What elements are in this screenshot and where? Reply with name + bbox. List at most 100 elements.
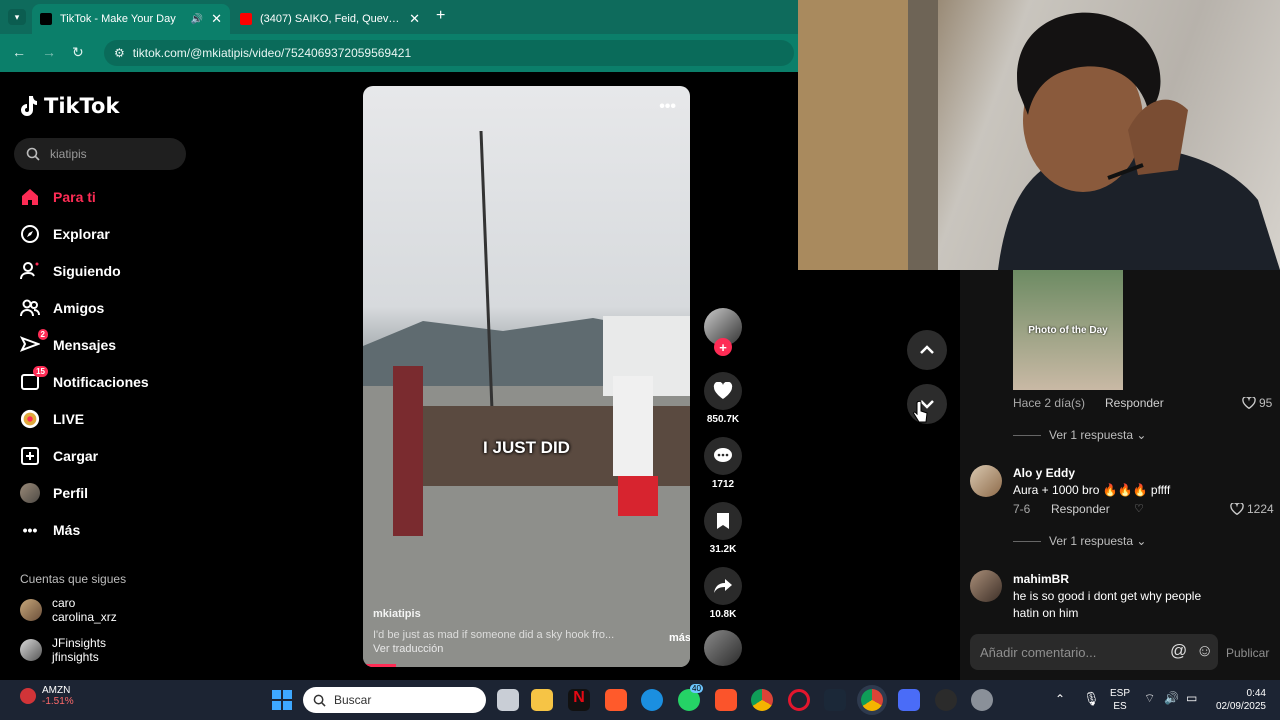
taskbar: AMZN -1.51% Buscar N 40 ⌃ 🎙 ESP ES ⌔ 🔊 ▭ …: [0, 680, 1280, 720]
publish-button[interactable]: Publicar: [1226, 646, 1269, 660]
heart-icon: [713, 382, 733, 399]
bookmark-icon: [717, 513, 729, 529]
netflix-icon[interactable]: N: [568, 689, 590, 711]
reply-button[interactable]: Responder: [1105, 396, 1164, 410]
app-icon[interactable]: [898, 689, 920, 711]
chrome-icon[interactable]: [751, 689, 773, 711]
video-description: I'd be just as mad if someone did a sky …: [373, 629, 615, 641]
tiktok-logo[interactable]: TikTok: [20, 94, 119, 118]
view-replies-link[interactable]: Ver 1 respuesta ⌄: [1013, 428, 1146, 442]
more-link[interactable]: más: [669, 632, 690, 644]
forward-icon[interactable]: →: [42, 44, 56, 60]
url-field[interactable]: ⚙ tiktok.com/@mkiatipis/video/7524069372…: [104, 40, 794, 66]
sound-disc-icon[interactable]: [704, 630, 742, 666]
comment-text: Aura + 1000 bro 🔥🔥🔥 pffff: [1013, 483, 1171, 497]
video-player[interactable]: ••• I JUST DID mkiatipis I'd be just as …: [363, 86, 690, 667]
share-button[interactable]: 10.8K: [704, 567, 742, 620]
follow-plus-icon[interactable]: +: [714, 338, 732, 356]
whatsapp-icon[interactable]: 40: [678, 684, 703, 711]
avatar: [20, 639, 42, 661]
chrome-active-icon[interactable]: [861, 689, 883, 711]
nav-mas[interactable]: ••• Más: [20, 520, 81, 540]
obs-icon[interactable]: [935, 689, 957, 711]
tab-tiktok[interactable]: TikTok - Make Your Day 🔊 ✕: [32, 4, 230, 34]
windows-start-icon[interactable]: [271, 689, 293, 711]
close-tab-icon[interactable]: ✕: [409, 11, 420, 27]
volume-icon[interactable]: 🔊: [1164, 691, 1179, 705]
search-icon: [26, 147, 40, 161]
nav-notificaciones[interactable]: 15 Notificaciones: [20, 366, 149, 392]
close-tab-icon[interactable]: ✕: [211, 11, 222, 27]
mention-icon[interactable]: @: [1170, 641, 1187, 661]
comment-text: he is so good i dont get why people hati…: [1013, 589, 1202, 620]
speaker-icon[interactable]: 🔊: [191, 14, 203, 25]
steam-icon[interactable]: [824, 689, 846, 711]
crunchyroll-icon[interactable]: [605, 689, 627, 711]
tiktok-icon: [40, 13, 52, 25]
emoji-icon[interactable]: ☺: [1196, 641, 1213, 661]
upload-icon: [20, 446, 40, 466]
webcam-overlay: [798, 0, 1280, 270]
comments-button[interactable]: 1712: [704, 437, 742, 490]
edge-icon[interactable]: [641, 689, 663, 711]
search-input[interactable]: kiatipis: [14, 138, 186, 170]
comments-panel: Photo of the Day Hace 2 día(s) Responder…: [960, 270, 1280, 680]
view-replies-link[interactable]: Ver 1 respuesta ⌄: [1013, 534, 1146, 548]
file-explorer-icon[interactable]: [531, 689, 553, 711]
comment-author[interactable]: Alo y Eddy: [1013, 466, 1075, 480]
nav-cargar[interactable]: Cargar: [20, 446, 98, 466]
site-info-icon[interactable]: ⚙: [114, 46, 125, 60]
following-item[interactable]: caro carolina_xrz: [20, 596, 117, 624]
nav-mensajes[interactable]: 2 Mensajes: [20, 329, 116, 355]
tab-youtube[interactable]: (3407) SAIKO, Feid, Quevedo - P ✕: [232, 4, 428, 34]
video-meta: mkiatipis I'd be just as mad if someone …: [373, 608, 690, 655]
task-view-icon[interactable]: [497, 689, 519, 711]
nav-para-ti[interactable]: Para ti: [20, 187, 96, 207]
following-icon: [20, 261, 40, 281]
video-author[interactable]: mkiatipis: [373, 608, 673, 620]
reload-icon[interactable]: ↻: [72, 44, 84, 61]
battery-icon[interactable]: ▭: [1186, 691, 1197, 705]
profile-icon: [20, 483, 40, 503]
comment-input[interactable]: Añadir comentario... @ ☺: [970, 634, 1218, 670]
brave-icon[interactable]: [715, 689, 737, 711]
like-button[interactable]: 850.7K: [704, 372, 742, 425]
new-tab-button[interactable]: +: [436, 7, 445, 25]
language-indicator[interactable]: ESP ES: [1110, 687, 1130, 713]
comment-like-button[interactable]: 1224: [1230, 502, 1274, 516]
webcam-person-image: [798, 0, 1280, 270]
opera-icon[interactable]: [788, 689, 810, 711]
avatar[interactable]: [970, 570, 1002, 602]
clock[interactable]: 0:44 02/09/2025: [1206, 687, 1266, 713]
following-item[interactable]: JFinsights jfinsights: [20, 636, 106, 664]
nav-live[interactable]: LIVE: [20, 409, 84, 429]
microphone-icon[interactable]: 🎙: [1083, 691, 1100, 707]
settings-icon[interactable]: [971, 689, 993, 711]
messages-badge: 2: [37, 329, 48, 340]
tab-list-button[interactable]: ▾: [8, 9, 26, 25]
wifi-icon[interactable]: ⌔: [1144, 691, 1155, 706]
comment-time: Hace 2 día(s): [1013, 396, 1086, 410]
taskbar-search[interactable]: Buscar: [303, 687, 486, 713]
notifications-badge: 15: [33, 366, 48, 377]
avatar[interactable]: [970, 465, 1002, 497]
nav-amigos[interactable]: Amigos: [20, 298, 104, 318]
comment-author[interactable]: mahimBR: [1013, 572, 1069, 586]
video-progress-bar[interactable]: [363, 664, 396, 667]
stock-down-icon: [20, 688, 36, 704]
back-icon[interactable]: ←: [12, 44, 26, 60]
nav-explorar[interactable]: Explorar: [20, 224, 110, 244]
translate-link[interactable]: Ver traducción: [373, 643, 673, 655]
more-icon: •••: [22, 522, 38, 538]
chevron-up-icon[interactable]: ⌃: [1055, 692, 1065, 706]
nav-siguiendo[interactable]: Siguiendo: [20, 261, 121, 281]
comment-like-button[interactable]: 95: [1242, 396, 1272, 410]
nav-perfil[interactable]: Perfil: [20, 483, 88, 503]
reply-button[interactable]: Responder: [1051, 502, 1110, 516]
stock-widget[interactable]: AMZN -1.51%: [20, 685, 74, 707]
avatar: [20, 599, 42, 621]
save-button[interactable]: 31.2K: [704, 502, 742, 555]
video-menu-icon[interactable]: •••: [659, 98, 676, 116]
comment-image-thumbnail[interactable]: Photo of the Day: [1013, 270, 1123, 390]
previous-video-button[interactable]: [907, 330, 947, 370]
